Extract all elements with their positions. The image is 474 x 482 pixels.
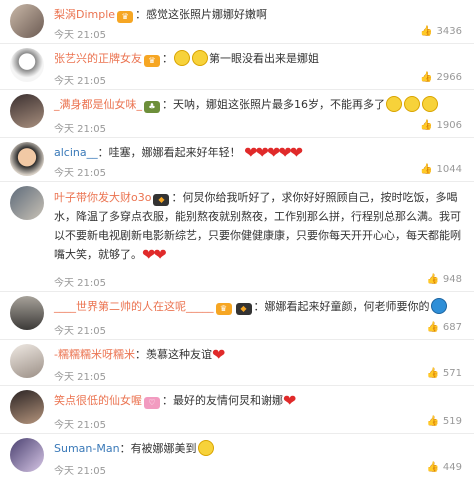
heart-emoji-icon: ❤❤❤❤❤ xyxy=(244,143,303,162)
thumbs-up-icon: 👍 xyxy=(426,416,439,427)
shy-emoji-icon xyxy=(197,440,214,456)
username[interactable]: 笑点很低的仙女喔 xyxy=(54,394,142,407)
timestamp: 今天 21:05 xyxy=(54,124,106,135)
comment-item: ____世界第二帅的人在这呢_____ ♛ ◆ ：娜娜看起来好童颜，何老师要你的 今天… xyxy=(0,292,474,340)
laughing-emoji-icon xyxy=(174,50,190,66)
like-button[interactable]: 👍 2966 xyxy=(420,72,462,83)
timestamp: 今天 21:05 xyxy=(54,30,106,41)
laughing-emoji-icon xyxy=(422,96,438,112)
like-button[interactable]: 👍 3436 xyxy=(420,26,462,37)
like-count: 1044 xyxy=(436,164,462,175)
like-button[interactable]: 👍 571 xyxy=(426,368,462,379)
like-count: 571 xyxy=(442,368,462,379)
comment-text: 羡慕这种友谊 xyxy=(145,348,212,361)
comment-line: 张艺兴的正牌女友 ♛：第一眼没看出来是娜姐 xyxy=(54,50,319,67)
heart-emoji-icon: ❤❤ xyxy=(142,245,167,264)
comment-item: _满身都是仙女味_ ♣ ：天呐，娜姐这张照片最多16岁，不能再多了 今天 21:05… xyxy=(0,90,474,138)
thumbs-up-icon: 👍 xyxy=(426,274,439,285)
vip-badge-icon: ◆ xyxy=(235,303,252,315)
avatar[interactable] xyxy=(10,344,44,378)
timestamp: 今天 21:05 xyxy=(54,372,106,383)
comment-item: alcina__：哇塞，娜娜看起来好年轻！ ❤❤❤❤❤ 今天 21:05 👍 10… xyxy=(0,138,474,182)
comment-text: 有被娜娜美到 xyxy=(130,442,197,455)
timestamp: 今天 21:05 xyxy=(54,420,106,431)
comment-line: 叶子带你发大财o3o ◆ ：何炅你给我听好了，求你好好照顾自己，按时吃饭，多喝水，降… xyxy=(54,191,461,264)
doraemon-emoji-icon xyxy=(430,298,447,314)
comment-line: alcina__：哇塞，娜娜看起来好年轻！ ❤❤❤❤❤ xyxy=(54,143,303,162)
thumbs-up-icon: 👍 xyxy=(426,462,439,473)
like-button[interactable]: 👍 1906 xyxy=(420,120,462,131)
comment-text: 娜娜看起来好童颜，何老师要你的 xyxy=(264,300,430,313)
username[interactable]: 梨涡Dimple xyxy=(54,8,115,21)
comment-item: Suman-Man：有被娜娜美到 今天 21:05 👍 449 xyxy=(0,434,474,482)
comment-text: 哇塞，娜娜看起来好年轻！ xyxy=(108,146,241,159)
comment-text: 天呐，娜姐这张照片最多16岁，不能再多了 xyxy=(173,98,385,111)
comment-item: -糯糯糯米呀糯米：羡慕这种友谊❤ 今天 21:05 👍 571 xyxy=(0,340,474,386)
timestamp: 今天 21:05 xyxy=(54,326,106,337)
thumbs-up-icon: 👍 xyxy=(426,322,439,333)
avatar[interactable] xyxy=(10,390,44,424)
username[interactable]: 叶子带你发大财o3o xyxy=(54,191,151,204)
vip-badge-icon: ♣ xyxy=(144,101,160,113)
avatar[interactable] xyxy=(10,48,44,82)
avatar[interactable] xyxy=(10,296,44,330)
username[interactable]: _满身都是仙女味_ xyxy=(54,98,142,111)
comment-item: 张艺兴的正牌女友 ♛：第一眼没看出来是娜姐 今天 21:05 👍 2966 xyxy=(0,44,474,90)
comment-text: 最好的友情何炅和谢娜 xyxy=(173,394,283,407)
comment-line: 笑点很低的仙女喔 ♡ ：最好的友情何炅和谢娜❤ xyxy=(54,391,296,410)
vip-badge-icon: ♡ xyxy=(144,397,160,409)
vip-badge-icon: ♛ xyxy=(144,55,160,67)
avatar[interactable] xyxy=(10,94,44,128)
like-count: 1906 xyxy=(436,120,462,131)
heart-emoji-icon: ❤ xyxy=(211,345,225,364)
like-count: 519 xyxy=(442,416,462,427)
comment-text: 第一眼没看出来是娜姐 xyxy=(209,52,319,65)
comment-line: 梨涡Dimple ♛ ：感觉这张照片娜娜好嫩啊 xyxy=(54,8,268,23)
timestamp: 今天 21:05 xyxy=(54,278,106,289)
laughing-emoji-icon xyxy=(192,50,208,66)
heart-emoji-icon: ❤ xyxy=(283,391,296,410)
thumbs-up-icon: 👍 xyxy=(420,120,433,131)
laughing-emoji-icon xyxy=(386,96,402,112)
vip-badge-icon: ♛ xyxy=(215,303,232,315)
thumbs-up-icon: 👍 xyxy=(420,72,433,83)
comment-item: 叶子带你发大财o3o ◆ ：何炅你给我听好了，求你好好照顾自己，按时吃饭，多喝水，降… xyxy=(0,182,474,292)
like-button[interactable]: 👍 449 xyxy=(426,462,462,473)
thumbs-up-icon: 👍 xyxy=(420,164,433,175)
comment-line: ____世界第二帅的人在这呢_____ ♛ ◆ ：娜娜看起来好童颜，何老师要你的 xyxy=(54,298,462,315)
avatar[interactable] xyxy=(10,186,44,220)
timestamp: 今天 21:05 xyxy=(54,76,106,87)
avatar[interactable] xyxy=(10,438,44,472)
like-button[interactable]: 👍 1044 xyxy=(420,164,462,175)
like-count: 948 xyxy=(442,274,462,285)
comment-line: -糯糯糯米呀糯米：羡慕这种友谊❤ xyxy=(54,345,225,364)
username[interactable]: ____世界第二帅的人在这呢_____ xyxy=(54,300,214,313)
timestamp: 今天 21:05 xyxy=(54,168,106,179)
like-button[interactable]: 👍 519 xyxy=(426,416,462,427)
comment-line: _满身都是仙女味_ ♣ ：天呐，娜姐这张照片最多16岁，不能再多了 xyxy=(54,96,462,113)
like-count: 2966 xyxy=(436,72,462,83)
timestamp: 今天 21:05 xyxy=(54,466,106,477)
like-count: 449 xyxy=(442,462,462,473)
thumbs-up-icon: 👍 xyxy=(426,368,439,379)
laughing-emoji-icon xyxy=(404,96,420,112)
avatar[interactable] xyxy=(10,142,44,176)
avatar[interactable] xyxy=(10,4,44,38)
like-button[interactable]: 👍 687 xyxy=(426,322,462,333)
vip-badge-icon: ♛ xyxy=(117,11,134,23)
comment-text: 感觉这张照片娜娜好嫩啊 xyxy=(146,8,268,21)
vip-badge-icon: ◆ xyxy=(153,194,170,206)
username[interactable]: -糯糯糯米呀糯米 xyxy=(54,348,135,361)
like-count: 687 xyxy=(442,322,462,333)
like-count: 3436 xyxy=(436,26,462,37)
username[interactable]: 张艺兴的正牌女友 xyxy=(54,52,142,65)
comment-item: 笑点很低的仙女喔 ♡ ：最好的友情何炅和谢娜❤ 今天 21:05 👍 519 xyxy=(0,386,474,434)
username[interactable]: alcina__ xyxy=(54,146,98,159)
comment-line: Suman-Man：有被娜娜美到 xyxy=(54,440,462,457)
comment-item: 梨涡Dimple ♛ ：感觉这张照片娜娜好嫩啊 今天 21:05 👍 3436 xyxy=(0,0,474,44)
comment-feed: 梨涡Dimple ♛ ：感觉这张照片娜娜好嫩啊 今天 21:05 👍 3436 张艺兴… xyxy=(0,0,474,482)
thumbs-up-icon: 👍 xyxy=(420,26,433,37)
like-button[interactable]: 👍 948 xyxy=(426,274,462,285)
username[interactable]: Suman-Man xyxy=(54,442,120,455)
